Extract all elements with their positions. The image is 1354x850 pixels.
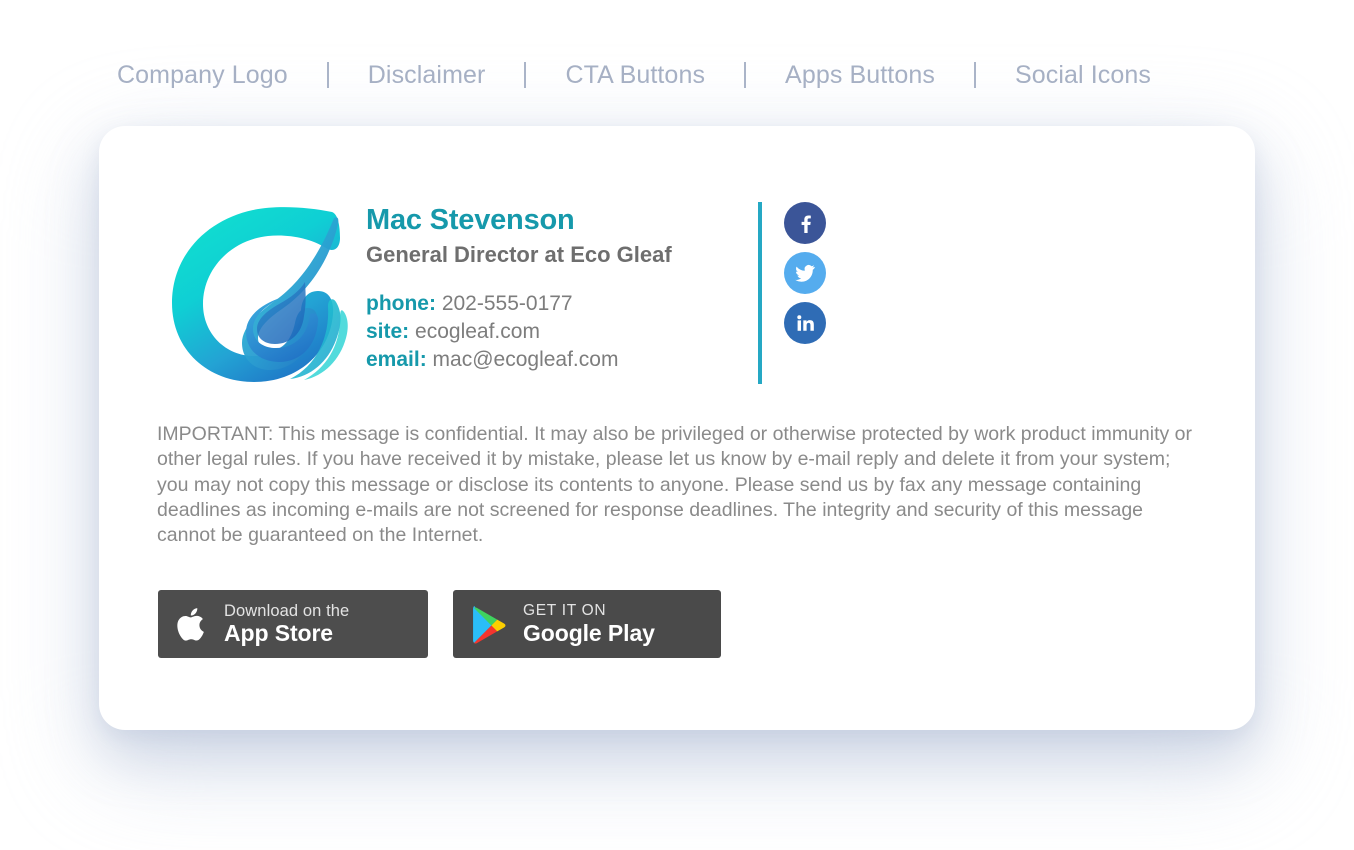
- legend-separator: [744, 62, 747, 88]
- twitter-icon: [795, 265, 815, 282]
- legend-bar: Company Logo Disclaimer CTA Buttons Apps…: [0, 53, 1354, 97]
- legend-item-apps-buttons: Apps Buttons: [785, 60, 935, 89]
- social-link-linkedin[interactable]: [784, 302, 826, 344]
- legend-item-disclaimer: Disclaimer: [367, 60, 486, 89]
- google-play-badge[interactable]: GET IT ON Google Play: [453, 590, 721, 658]
- eco-gleaf-swirl-logo: [172, 207, 348, 382]
- contact-row-email: email: mac@ecogleaf.com: [366, 346, 736, 374]
- social-block: [758, 196, 826, 384]
- app-store-badge-big-text: App Store: [224, 620, 333, 647]
- app-store-badge-text: Download on the App Store: [224, 601, 350, 647]
- legend-item-company-logo: Company Logo: [117, 60, 288, 89]
- contact-value-site[interactable]: ecogleaf.com: [415, 320, 540, 343]
- app-store-badge-small-text: Download on the: [224, 601, 350, 620]
- legend-item-cta-buttons: CTA Buttons: [565, 60, 706, 89]
- signature-job-title: General Director at Eco Gleaf: [366, 241, 672, 267]
- contact-value-email[interactable]: mac@ecogleaf.com: [433, 348, 619, 371]
- social-link-twitter[interactable]: [784, 252, 826, 294]
- social-link-facebook[interactable]: [784, 202, 826, 244]
- signature-name: Mac Stevenson: [366, 204, 575, 236]
- contact-list: phone: 202-555-0177 site: ecogleaf.com e…: [366, 290, 736, 374]
- identity-block: Mac Stevenson General Director at Eco Gl…: [366, 196, 736, 374]
- legend-separator: [973, 62, 976, 88]
- social-divider-rule: [758, 202, 762, 384]
- disclaimer-text: IMPORTANT: This message is confidential.…: [157, 423, 1193, 547]
- contact-label-email: email:: [366, 347, 427, 371]
- contact-value-phone[interactable]: 202-555-0177: [442, 292, 573, 315]
- contact-label-phone: phone:: [366, 292, 436, 316]
- legend-item-social-icons: Social Icons: [1014, 60, 1151, 89]
- contact-row-phone: phone: 202-555-0177: [366, 290, 736, 318]
- linkedin-icon: [797, 315, 814, 331]
- app-store-badge[interactable]: Download on the App Store: [158, 590, 428, 658]
- contact-row-site: site: ecogleaf.com: [366, 318, 736, 346]
- contact-label-site: site:: [366, 319, 410, 343]
- google-play-badge-small-text: GET IT ON: [523, 602, 607, 620]
- signature-header-row: Mac Stevenson General Director at Eco Gl…: [158, 196, 826, 391]
- google-play-badge-big-text: Google Play: [523, 619, 655, 646]
- google-play-icon: [471, 604, 509, 645]
- legend-separator: [524, 62, 527, 88]
- app-badges-row: Download on the App Store GET IT ON Goog…: [158, 590, 721, 658]
- social-icon-list: [784, 202, 826, 344]
- facebook-icon: [801, 215, 811, 233]
- apple-icon: [176, 604, 210, 645]
- google-play-badge-text: GET IT ON Google Play: [523, 602, 655, 646]
- company-logo: [158, 196, 348, 391]
- legend-separator: [326, 62, 329, 88]
- email-signature-card: Mac Stevenson General Director at Eco Gl…: [99, 126, 1255, 730]
